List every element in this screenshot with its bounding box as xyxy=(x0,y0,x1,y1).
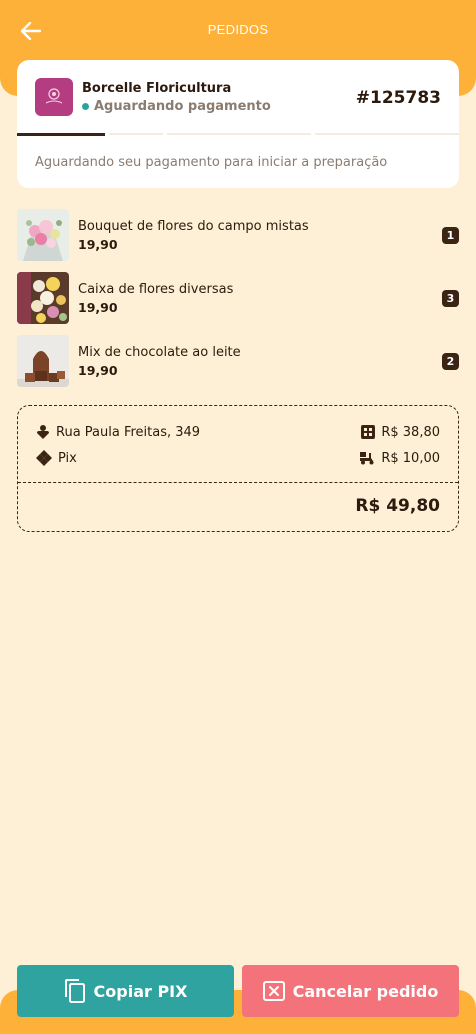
item-name: Mix de chocolate ao leite xyxy=(78,345,241,360)
item-price: 19,90 xyxy=(78,237,118,252)
status-message: Aguardando seu pagamento para iniciar a … xyxy=(35,155,388,170)
item-price: 19,90 xyxy=(78,363,118,378)
copy-icon xyxy=(64,979,85,1003)
subtotal-value: R$ 38,80 xyxy=(381,424,440,440)
store-logo xyxy=(35,78,73,116)
list-item[interactable]: Bouquet de flores do campo mistas 19,90 … xyxy=(17,209,459,261)
delivery-address: Rua Paula Freitas, 349 xyxy=(56,424,201,440)
cancel-order-button[interactable]: Cancelar pedido xyxy=(242,965,459,1017)
delivery-scooter-icon xyxy=(360,452,374,465)
delivery-fee-value: R$ 10,00 xyxy=(381,450,440,466)
order-status-card: Borcelle Floricultura Aguardando pagamen… xyxy=(17,60,459,188)
pix-icon xyxy=(36,450,52,466)
item-name: Bouquet de flores do campo mistas xyxy=(78,219,309,234)
copy-pix-button[interactable]: Copiar PIX xyxy=(17,965,234,1017)
status-dot xyxy=(82,103,89,110)
cancel-order-label: Cancelar pedido xyxy=(292,981,439,1001)
order-progress-bar xyxy=(17,133,459,136)
item-image xyxy=(17,209,69,261)
progress-step-3 xyxy=(167,133,311,135)
list-item[interactable]: Caixa de flores diversas 19,90 3 xyxy=(17,272,459,324)
page-title: PEDIDOS xyxy=(207,22,269,37)
summary-divider xyxy=(18,482,458,483)
cancel-icon xyxy=(262,981,285,1001)
order-summary: Rua Paula Freitas, 349 R$ 38,80 Pix R$ 1… xyxy=(17,405,459,532)
item-quantity-badge: 3 xyxy=(442,290,459,307)
order-total: R$ 49,80 xyxy=(355,496,440,516)
list-item[interactable]: Mix de chocolate ao leite 19,90 2 xyxy=(17,335,459,387)
order-status-label: Aguardando pagamento xyxy=(94,99,271,114)
item-name: Caixa de flores diversas xyxy=(78,282,234,297)
progress-step-4 xyxy=(315,133,459,135)
store-name: Borcelle Floricultura xyxy=(82,81,232,96)
item-quantity-badge: 1 xyxy=(442,227,459,244)
item-price: 19,90 xyxy=(78,300,118,315)
payment-method: Pix xyxy=(58,450,77,466)
order-status: Aguardando pagamento xyxy=(82,99,271,114)
copy-pix-label: Copiar PIX xyxy=(93,981,188,1001)
store-logo-icon xyxy=(45,88,63,104)
order-number: #125783 xyxy=(355,88,441,108)
summary-row-payment: Pix R$ 10,00 xyxy=(18,448,458,468)
order-items-list: Bouquet de flores do campo mistas 19,90 … xyxy=(17,209,459,398)
location-pin-icon xyxy=(37,425,49,439)
item-quantity-badge: 2 xyxy=(442,353,459,370)
summary-row-address: Rua Paula Freitas, 349 R$ 38,80 xyxy=(18,422,458,442)
item-image xyxy=(17,272,69,324)
receipt-icon xyxy=(361,425,376,439)
item-image xyxy=(17,335,69,387)
progress-step-1 xyxy=(17,133,105,136)
progress-step-2 xyxy=(109,133,163,135)
